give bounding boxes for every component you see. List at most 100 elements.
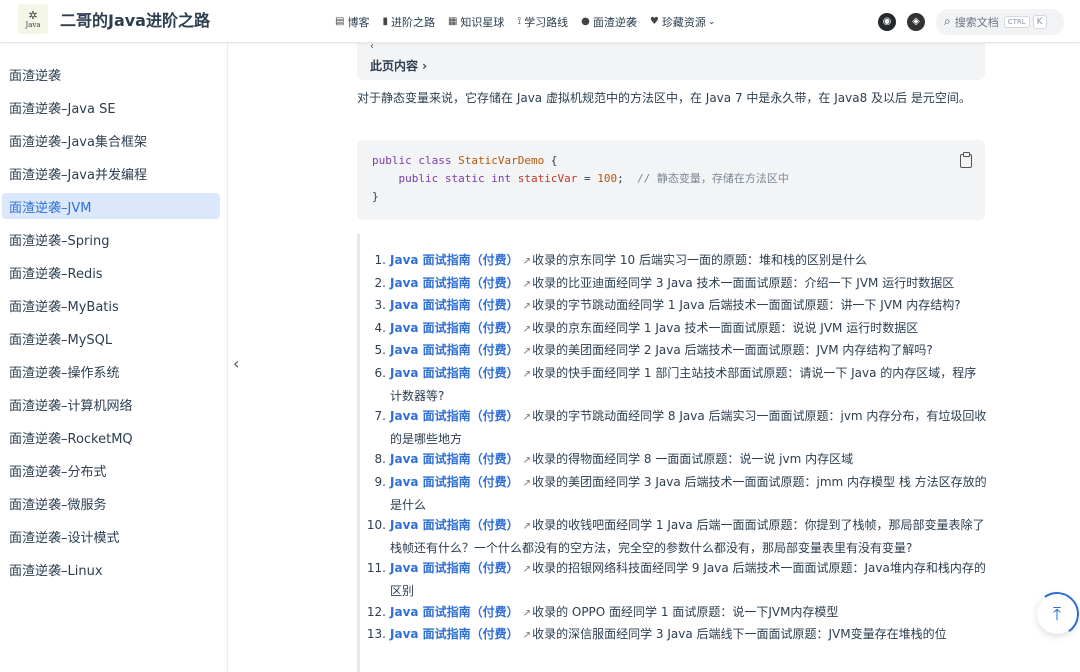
external-link-icon: ↗ [522, 346, 532, 358]
top-navbar: ✲ Java 二哥的Java进阶之路 ▤ 博客 ▮ 进阶之路 ▦ 知识星球 ⟟ … [0, 0, 1080, 43]
sidebar-item-mysql[interactable]: 面渣逆袭–MySQL [2, 325, 220, 351]
sidebar-item-java-concurrency[interactable]: 面渣逆袭–Java并发编程 [2, 160, 220, 186]
interview-guide-link[interactable]: Java 面试指南（付费） [390, 253, 519, 267]
github-icon[interactable]: ◉ [878, 12, 896, 31]
list-item-text: 收录的深信服面经同学 3 Java 后端线下一面面试原题：JVM变量存在堆栈的位 [532, 627, 947, 642]
code-variable: staticVar [517, 172, 578, 185]
list-item-number: 13. [366, 627, 386, 642]
interview-guide-link[interactable]: Java 面试指南（付费） [390, 321, 519, 335]
chevron-left-icon[interactable]: ‹ [233, 354, 239, 373]
code-class-name: StaticVarDemo [458, 154, 545, 167]
interview-guide-link[interactable]: Java 面试指南（付费） [390, 276, 519, 290]
code-semicolon: ; [617, 172, 637, 185]
nav-link-label: 学习路线 [524, 15, 569, 29]
sidebar-item-redis[interactable]: 面渣逆袭–Redis [2, 259, 220, 285]
nav-link-resources-dropdown[interactable]: ♥ 珍藏资源 ⌄ [650, 14, 716, 30]
heart-icon: ♥ [649, 16, 659, 27]
sidebar-item-distributed[interactable]: 面渣逆袭–分布式 [2, 457, 220, 483]
sidebar-item-network[interactable]: 面渣逆袭–计算机网络 [2, 391, 220, 417]
external-link-icon: ↗ [522, 323, 532, 335]
nav-right: ◉ ◈ ⌕ 搜索文档 CTRL K [878, 0, 1064, 43]
nav-link-knowledge-planet[interactable]: ▦ 知识星球 [448, 14, 504, 30]
logo-text: Java [25, 20, 41, 29]
nav-link-label: 珍藏资源 [661, 15, 706, 29]
external-link-icon: ↗ [522, 455, 532, 467]
interview-guide-link[interactable]: Java 面试指南（付费） [390, 561, 519, 575]
sidebar-item-rocketmq[interactable]: 面渣逆袭–RocketMQ [2, 424, 220, 450]
list-item-number: 6. [374, 365, 386, 380]
chart-icon: ▮ [382, 16, 388, 27]
nav-link-label: 面渣逆袭 [592, 15, 637, 29]
list-item: 6. Java 面试指南（付费） ↗收录的快手面经同学 1 部门主站技术部面试原题：… [360, 363, 992, 406]
interview-guide-link[interactable]: Java 面试指南（付费） [390, 343, 519, 357]
theme-toggle-icon[interactable]: ◈ [907, 12, 925, 31]
sidebar-item-java-collections[interactable]: 面渣逆袭–Java集合框架 [2, 127, 220, 153]
site-title[interactable]: 二哥的Java进阶之路 [60, 7, 210, 31]
sidebar-item-design-patterns[interactable]: 面渣逆袭–设计模式 [2, 523, 220, 549]
sidebar-item-java-se[interactable]: 面渣逆袭–Java SE [2, 94, 220, 120]
list-item: 4. Java 面试指南（付费） ↗收录的京东面经同学 1 Java 技术一面面试原… [360, 318, 992, 341]
list-item: 10. Java 面试指南（付费） ↗收录的收钱吧面经同学 1 Java 后端一面面… [360, 515, 992, 558]
sidebar-item-mybatis[interactable]: 面渣逆袭–MyBatis [2, 292, 220, 318]
copy-code-icon[interactable] [960, 152, 972, 168]
brand[interactable]: ✲ Java 二哥的Java进阶之路 [18, 4, 210, 34]
nav-link-blog[interactable]: ▤ 博客 [335, 14, 369, 30]
list-item-text: 收录的字节跳动面经同学 1 Java 后端技术一面面试原题：讲一下 JVM 内存… [532, 298, 961, 313]
external-link-icon: ↗ [522, 278, 532, 290]
document-icon: ▤ [335, 16, 345, 27]
search-input[interactable]: ⌕ 搜索文档 CTRL K [936, 8, 1064, 35]
list-item-text: 收录的比亚迪面经同学 3 Java 技术一面面试原题：介绍一下 JVM 运行时数… [532, 275, 955, 290]
interview-guide-link[interactable]: Java 面试指南（付费） [390, 452, 519, 466]
sidebar-item-jvm[interactable]: 面渣逆袭–JVM [2, 193, 220, 219]
back-to-top-button[interactable]: ⤒ [1037, 594, 1077, 634]
external-link-icon: ↗ [522, 412, 532, 424]
list-item-number: 7. [374, 409, 386, 424]
sidebar-item-os[interactable]: 面渣逆袭–操作系统 [2, 358, 220, 384]
code-brace: } [372, 190, 379, 203]
static-var-paragraph: 对于静态变量来说，它存储在 Java 虚拟机规范中的方法区中，在 Java 7 … [357, 91, 971, 105]
list-item-text: 收录的京东同学 10 后端实习一面的原题：堆和栈的区别是什么 [532, 253, 867, 267]
nav-link-label: 博客 [347, 15, 370, 29]
sidebar-item-spring[interactable]: 面渣逆袭–Spring [2, 226, 220, 252]
list-item-number: 10. [366, 518, 386, 533]
book-icon: ▦ [447, 16, 458, 27]
list-item-number: 11. [366, 561, 386, 576]
sidebar-item-microservices[interactable]: 面渣逆袭–微服务 [2, 490, 220, 516]
interview-guide-link[interactable]: Java 面试指南（付费） [390, 518, 519, 532]
list-item-number: 12. [366, 604, 386, 619]
interview-guide-link[interactable]: Java 面试指南（付费） [390, 298, 519, 312]
list-item-number: 5. [374, 343, 386, 358]
nav-link-label: 进阶之路 [390, 15, 435, 29]
list-item: 3. Java 面试指南（付费） ↗收录的字节跳动面经同学 1 Java 后端技术一… [360, 295, 992, 318]
sidebar-item-linux[interactable]: 面渣逆袭–Linux [2, 556, 220, 582]
site-logo[interactable]: ✲ Java [18, 4, 48, 34]
nav-link-advanced-path[interactable]: ▮ 进阶之路 [382, 14, 435, 30]
list-item: 12. Java 面试指南（付费） ↗收录的 OPPO 面经同学 1 面试原题：说一… [360, 602, 992, 625]
interview-guide-link[interactable]: Java 面试指南（付费） [390, 475, 519, 489]
code-line: public class StaticVarDemo { [372, 152, 970, 170]
search-placeholder: 搜索文档 [954, 15, 999, 29]
list-item: 11. Java 面试指南（付费） ↗收录的招银网络科技面经同学 9 Java 后端… [360, 558, 992, 601]
chevron-down-icon: ⌄ [707, 16, 716, 27]
list-item: 13. Java 面试指南（付费） ↗收录的深信服面经同学 3 Java 后端线下一… [360, 624, 992, 647]
interview-guide-link[interactable]: Java 面试指南（付费） [390, 605, 519, 619]
sidebar-item-interview[interactable]: 面渣逆袭 [2, 61, 220, 87]
circle-icon: ● [581, 16, 590, 27]
list-item: 8. Java 面试指南（付费） ↗收录的得物面经同学 8 一面面试原题：说一说 j… [360, 449, 992, 472]
search-icon: ⌕ [944, 14, 951, 28]
nav-link-learning-route[interactable]: ⟟ 学习路线 [517, 14, 568, 30]
interview-guide-link[interactable]: Java 面试指南（付费） [390, 366, 519, 380]
list-item: 7. Java 面试指南（付费） ↗收录的字节跳动面经同学 8 Java 后端实习一… [360, 406, 992, 449]
code-line: public static int staticVar = 100; // 静态… [372, 170, 970, 188]
toc-toggle[interactable]: 此页内容 › [370, 57, 427, 74]
interview-guide-link[interactable]: Java 面试指南（付费） [390, 409, 519, 423]
code-keyword: public static int [398, 172, 518, 185]
interview-guide-link[interactable]: Java 面试指南（付费） [390, 627, 519, 641]
nav-link-interview[interactable]: ● 面渣逆袭 [581, 14, 637, 30]
code-comment: // 静态变量，存储在方法区中 [636, 172, 789, 185]
interview-blockquote: 1. Java 面试指南（付费） ↗收录的京东同学 10 后端实习一面的原题：堆和栈… [357, 234, 989, 672]
code-keyword: public class [372, 154, 459, 167]
code-operator: = [577, 172, 598, 185]
list-item-text: 收录的美团面经同学 2 Java 后端技术一面面试原题：JVM 内存结构了解吗? [532, 343, 933, 358]
